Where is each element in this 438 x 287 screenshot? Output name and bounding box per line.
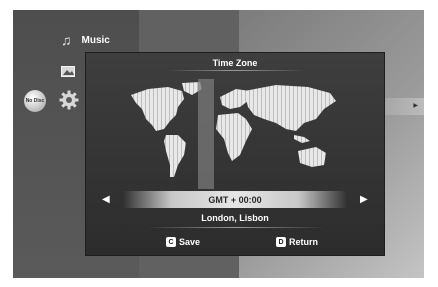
c-key-icon: C (166, 237, 176, 247)
next-zone-arrow[interactable]: ▶ (360, 195, 368, 205)
world-map[interactable] (126, 79, 346, 189)
menu-item-music[interactable]: ♫ Music (61, 33, 110, 47)
gmt-offset-value: GMT + 00:00 (208, 194, 262, 205)
photo-icon (61, 66, 75, 77)
menu-item-settings[interactable] (59, 90, 79, 110)
dialog-title: Time Zone (212, 58, 258, 68)
disc-status-label: No Disc (25, 98, 45, 104)
save-button[interactable]: C Save (166, 237, 200, 247)
music-note-icon: ♫ (61, 32, 72, 48)
selected-zone-band (198, 79, 214, 189)
return-button[interactable]: D Return (276, 237, 318, 247)
d-key-icon: D (276, 237, 286, 247)
footer-divider (146, 227, 326, 228)
menu-item-music-label: Music (81, 34, 110, 46)
return-label: Return (289, 237, 318, 247)
menu-item-photo[interactable] (61, 66, 75, 77)
submenu-arrow-icon: ▶ (413, 103, 418, 109)
title-divider (166, 70, 306, 71)
prev-zone-arrow[interactable]: ◀ (102, 195, 110, 205)
save-label: Save (179, 237, 201, 247)
screen: ♫ Music No Disc ▶ Time Zone ◀ GMT + 00:0… (13, 10, 424, 278)
gear-icon (59, 90, 79, 110)
city-label: London, Lisbon (201, 213, 269, 223)
disc-icon: No Disc (24, 90, 46, 112)
time-zone-dialog: Time Zone ◀ GMT + 00:00 ▶ London, Lisbon… (85, 52, 385, 256)
gmt-offset-bar[interactable]: GMT + 00:00 (122, 191, 348, 208)
